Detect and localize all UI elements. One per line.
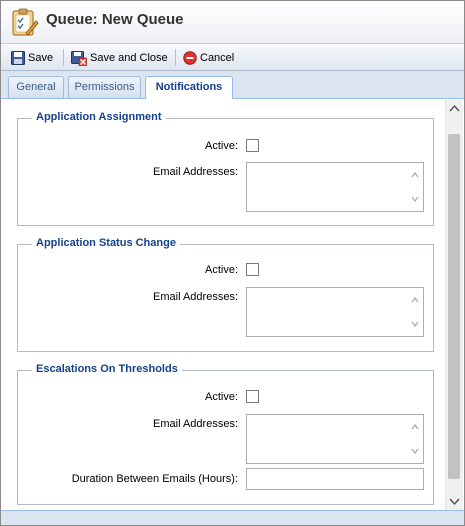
save-button-label: Save (28, 52, 54, 64)
textarea-scrollbar-icon (411, 297, 419, 327)
active-label: Active: (204, 140, 238, 152)
duration-between-emails-label: Duration Between Emails (Hours): (71, 473, 238, 485)
application-status-change-fieldset: Application Status Change Active: Email … (17, 237, 434, 352)
scroll-up-arrow-icon[interactable] (446, 100, 463, 117)
panel-scrollbar[interactable] (445, 100, 463, 510)
tab-notifications[interactable]: Notifications (145, 76, 233, 99)
fieldset-legend: Application Assignment (32, 111, 166, 123)
scrollbar-thumb[interactable] (448, 134, 460, 479)
textarea-scrollbar-icon (411, 424, 419, 454)
active-label: Active: (204, 391, 238, 403)
save-and-close-button-label: Save and Close (90, 52, 168, 64)
cancel-button-label: Cancel (200, 52, 235, 64)
active-checkbox[interactable] (246, 390, 259, 403)
floppy-disk-icon (11, 51, 25, 65)
page-title: Queue: New Queue (46, 11, 184, 28)
email-addresses-label: Email Addresses: (153, 166, 238, 178)
clipboard-edit-icon (12, 8, 39, 36)
tab-permissions[interactable]: Permissions (68, 76, 141, 98)
email-addresses-textarea[interactable] (246, 162, 424, 212)
toolbar-separator (63, 49, 64, 66)
active-label: Active: (204, 264, 238, 276)
duration-between-emails-input[interactable] (246, 468, 424, 490)
fieldset-legend: Application Status Change (32, 237, 180, 249)
save-button[interactable]: Save (11, 48, 53, 68)
textarea-scrollbar-icon (411, 172, 419, 202)
email-addresses-label: Email Addresses: (153, 418, 238, 430)
save-close-icon (71, 50, 87, 66)
email-addresses-label: Email Addresses: (153, 291, 238, 303)
toolbar: Save Save and Close Cancel (1, 43, 464, 71)
save-and-close-button[interactable]: Save and Close (71, 48, 168, 68)
queue-window: Queue: New Queue Save Save and Close Can… (0, 0, 465, 526)
cancel-button[interactable]: Cancel (183, 48, 234, 68)
active-checkbox[interactable] (246, 139, 259, 152)
window-footer (1, 510, 464, 525)
tab-general[interactable]: General (8, 76, 64, 98)
tab-permissions-label: Permissions (74, 81, 135, 93)
email-addresses-textarea[interactable] (246, 414, 424, 464)
scroll-down-arrow-icon[interactable] (446, 493, 463, 510)
tab-general-label: General (16, 81, 56, 93)
escalations-on-thresholds-fieldset: Escalations On Thresholds Active: Email … (17, 363, 434, 505)
active-checkbox[interactable] (246, 263, 259, 276)
fieldset-legend: Escalations On Thresholds (32, 363, 182, 375)
window-header: Queue: New Queue (1, 1, 464, 43)
email-addresses-textarea[interactable] (246, 287, 424, 337)
application-assignment-fieldset: Application Assignment Active: Email Add… (17, 111, 434, 226)
cancel-icon (183, 51, 197, 65)
tab-strip: General Permissions Notifications (1, 71, 464, 99)
tab-notifications-label: Notifications (155, 81, 223, 93)
notifications-panel: Application Assignment Active: Email Add… (3, 100, 445, 510)
toolbar-separator (175, 49, 176, 66)
